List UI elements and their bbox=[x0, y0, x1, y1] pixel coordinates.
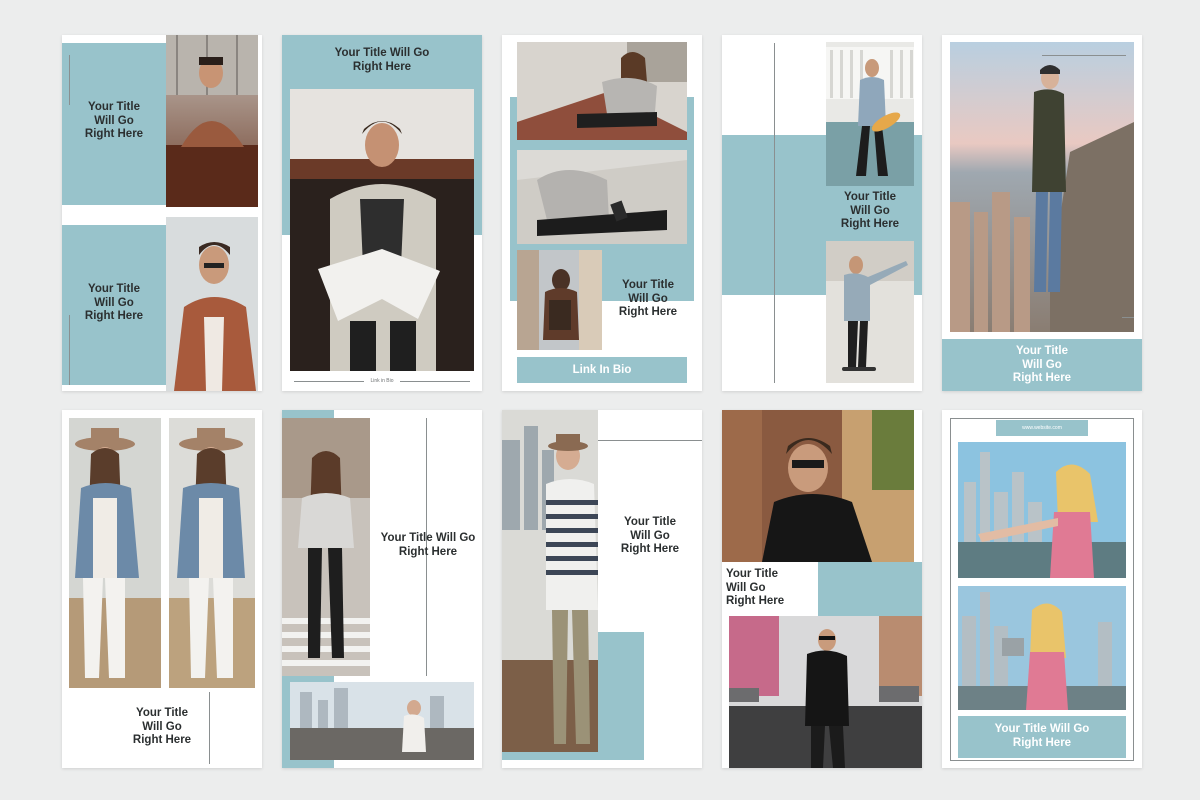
template-title: Your Title Will Go Right Here bbox=[1012, 345, 1072, 384]
photo-man-cafe bbox=[166, 35, 258, 207]
accent-block bbox=[502, 752, 644, 760]
photo-woman-crosswalk bbox=[282, 418, 370, 676]
photo-man-jacket bbox=[166, 217, 258, 391]
divider-line bbox=[209, 692, 210, 764]
photo-man-sunglasses bbox=[722, 410, 914, 562]
template-title: Your Title Will Go Right Here bbox=[840, 191, 900, 230]
photo-woman-sitting bbox=[517, 42, 687, 140]
template-card-3[interactable]: Your Title Will Go Right Here Link In Bi… bbox=[502, 35, 702, 391]
photo-woman-coffee bbox=[502, 410, 598, 752]
photo-woman-skyline-2 bbox=[958, 586, 1126, 710]
template-card-8[interactable]: Your Title Will Go Right Here bbox=[502, 410, 702, 768]
divider-line bbox=[774, 43, 775, 383]
frame-line bbox=[950, 418, 1134, 419]
template-title: Your Title Will Go Right Here bbox=[380, 532, 476, 558]
photo-woman-hat-1 bbox=[69, 418, 161, 688]
divider-line bbox=[1042, 55, 1126, 56]
frame-line bbox=[950, 760, 1134, 761]
template-title: Your Title Will Go Right Here bbox=[994, 723, 1090, 749]
link-in-bio-footer[interactable]: Link in Bio bbox=[364, 378, 400, 384]
photo-woman-backpack bbox=[517, 250, 602, 350]
divider-line bbox=[400, 381, 470, 382]
template-card-2[interactable]: Your Title Will Go Right Here Link in Bi… bbox=[282, 35, 482, 391]
divider-line bbox=[598, 440, 702, 441]
photo-person-phone bbox=[517, 150, 687, 244]
template-card-5[interactable]: Your Title Will Go Right Here bbox=[942, 35, 1142, 391]
photo-woman-hat-2 bbox=[169, 418, 255, 688]
template-title: Your Title Will Go Right Here bbox=[84, 283, 144, 322]
template-card-7[interactable]: Your Title Will Go Right Here bbox=[282, 410, 482, 768]
website-url: www.website.com bbox=[1022, 425, 1062, 431]
photo-man-newspaper bbox=[290, 89, 474, 371]
photo-woman-rooftop bbox=[290, 682, 474, 760]
photo-man-street bbox=[729, 616, 922, 768]
template-card-4[interactable]: Your Title Will Go Right Here bbox=[722, 35, 922, 391]
template-title: Your Title Will Go Right Here bbox=[618, 279, 678, 318]
template-card-6[interactable]: Your Title Will Go Right Here bbox=[62, 410, 262, 768]
accent-block bbox=[598, 632, 644, 760]
accent-block bbox=[818, 562, 922, 616]
template-title: Your Title Will Go Right Here bbox=[620, 516, 680, 555]
template-title: Your Title Will Go Right Here bbox=[84, 101, 144, 140]
template-card-1[interactable]: Your Title Will Go Right Here Your Title… bbox=[62, 35, 262, 391]
template-title: Your Title Will Go Right Here bbox=[726, 568, 785, 607]
link-in-bio-label: Link In Bio bbox=[572, 364, 632, 376]
divider-line bbox=[1122, 317, 1134, 318]
divider-line bbox=[69, 55, 70, 105]
template-card-10[interactable]: www.website.com Your Title Will Go Right… bbox=[942, 410, 1142, 768]
photo-woman-cliff-city bbox=[950, 42, 1134, 332]
divider-line bbox=[69, 315, 70, 385]
frame-line bbox=[1133, 418, 1134, 760]
template-title: Your Title Will Go Right Here bbox=[132, 707, 192, 746]
frame-line bbox=[950, 418, 951, 760]
photo-woman-skyline-1 bbox=[958, 442, 1126, 578]
template-title: Your Title Will Go Right Here bbox=[334, 47, 430, 73]
divider-line bbox=[294, 381, 364, 382]
photo-man-skateboard bbox=[826, 42, 914, 186]
template-card-9[interactable]: Your Title Will Go Right Here bbox=[722, 410, 922, 768]
photo-man-skating bbox=[826, 241, 914, 383]
